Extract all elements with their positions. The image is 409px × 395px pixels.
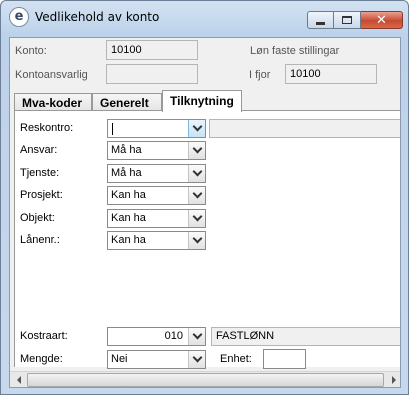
objekt-combo[interactable]: Kan ha <box>107 209 206 228</box>
tjenste-label: Tjenste: <box>20 167 60 179</box>
chevron-down-icon <box>192 188 202 199</box>
objekt-dropdown-button[interactable] <box>188 210 205 227</box>
mengde-value: Nei <box>111 353 128 365</box>
mengde-combo[interactable]: Nei <box>107 350 206 369</box>
reskontro-combo[interactable] <box>107 119 206 138</box>
ifjor-label: I fjor <box>249 69 271 81</box>
konto-field[interactable]: 10100 <box>106 40 198 60</box>
konto-name: Løn faste stillingar <box>250 45 340 57</box>
lanenr-value: Kan ha <box>111 234 146 246</box>
ansvar-value: Må ha <box>111 144 142 156</box>
tjenste-combo[interactable]: Må ha <box>107 164 206 183</box>
reskontro-dropdown-button[interactable] <box>188 120 205 137</box>
chevron-down-icon <box>192 329 202 340</box>
app-e-icon[interactable]: e <box>9 7 29 27</box>
scrollbar-thumb[interactable] <box>27 373 384 387</box>
ansvar-combo[interactable]: Må ha <box>107 141 206 160</box>
chevron-down-icon <box>192 211 202 222</box>
kostraart-label: Kostraart: <box>20 330 68 342</box>
prosjekt-label: Prosjekt: <box>20 189 63 201</box>
text-caret <box>112 123 113 135</box>
chevron-down-icon <box>192 143 202 154</box>
enhet-label: Enhet: <box>220 353 252 365</box>
tjenste-dropdown-button[interactable] <box>188 165 205 182</box>
kostraart-value: 010 <box>164 330 183 342</box>
kontoansvarlig-label: Kontoansvarlig <box>15 69 88 81</box>
chevron-down-icon <box>192 233 202 244</box>
tab-mva-koder[interactable]: Mva-koder <box>14 93 92 111</box>
lanenr-dropdown-button[interactable] <box>188 232 205 249</box>
client-area: Konto: 10100 Løn faste stillingar Kontoa… <box>9 37 401 388</box>
scroll-right-button[interactable] <box>385 372 400 387</box>
kostraart-combo[interactable]: 010 <box>107 327 206 346</box>
prosjekt-dropdown-button[interactable] <box>188 187 205 204</box>
scroll-left-button[interactable] <box>10 372 27 387</box>
ansvar-dropdown-button[interactable] <box>188 142 205 159</box>
chevron-down-icon <box>192 121 202 132</box>
mengde-label: Mengde: <box>20 353 63 365</box>
tjenste-value: Må ha <box>111 167 142 179</box>
objekt-value: Kan ha <box>111 212 146 224</box>
konto-label: Konto: <box>15 45 47 57</box>
maximize-button[interactable] <box>334 11 361 29</box>
reskontro-label: Reskontro: <box>20 122 74 134</box>
lanenr-label: Lånenr.: <box>20 234 60 246</box>
arrow-right-icon <box>391 376 396 384</box>
kostraart-name-field: FASTLØNN <box>211 327 400 346</box>
lanenr-combo[interactable]: Kan ha <box>107 231 206 250</box>
kontoansvarlig-field[interactable] <box>106 64 198 84</box>
tab-generelt[interactable]: Generelt <box>92 93 162 111</box>
enhet-field[interactable] <box>263 349 306 369</box>
objekt-label: Objekt: <box>20 212 55 224</box>
chevron-down-icon <box>192 352 202 363</box>
arrow-left-icon <box>16 376 21 384</box>
ansvar-label: Ansvar: <box>20 144 58 156</box>
tab-panel-tilknytning: Reskontro: Ansvar: Må ha Tjenste: Må ha … <box>14 111 400 369</box>
maximize-icon <box>342 16 352 24</box>
close-button[interactable]: ✕ <box>361 11 403 29</box>
window-frame: e Vedlikehold av konto ✕ Konto: 10100 Lø… <box>0 0 409 395</box>
mengde-dropdown-button[interactable] <box>188 351 205 368</box>
kostraart-dropdown-button[interactable] <box>188 328 205 345</box>
reskontro-name-field <box>209 119 400 138</box>
chevron-down-icon <box>192 166 202 177</box>
tab-tilknytning[interactable]: Tilknytning <box>162 90 242 112</box>
ifjor-field[interactable]: 10100 <box>285 64 377 84</box>
close-icon: ✕ <box>376 12 387 28</box>
horizontal-scrollbar[interactable] <box>10 371 400 387</box>
prosjekt-value: Kan ha <box>111 189 146 201</box>
prosjekt-combo[interactable]: Kan ha <box>107 186 206 205</box>
minimize-icon <box>316 21 325 25</box>
window-title: Vedlikehold av konto <box>35 10 160 24</box>
minimize-button[interactable] <box>307 11 334 29</box>
title-bar[interactable]: e Vedlikehold av konto ✕ <box>1 1 408 35</box>
